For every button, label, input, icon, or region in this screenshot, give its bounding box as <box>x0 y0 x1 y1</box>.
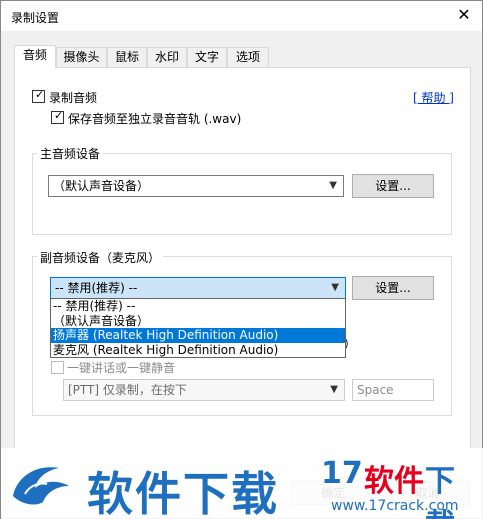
secondary-device-value: -- 禁用(推荐) -- <box>55 281 138 295</box>
tab-text[interactable]: 文字 <box>187 47 227 67</box>
checkmark-icon: ✓ <box>54 109 64 122</box>
chevron-down-icon: ▼ <box>331 282 339 293</box>
dropdown-option-speaker[interactable]: 扬声器 (Realtek High Definition Audio) <box>51 328 345 343</box>
secondary-device-select[interactable]: -- 禁用(推荐) -- ▼ <box>50 277 346 299</box>
tab-audio[interactable]: 音频 <box>14 45 56 68</box>
dragon-logo-icon <box>13 467 69 505</box>
save-separate-track-label: 保存音频至独立录音音轨 (.wav) <box>68 112 242 126</box>
site-watermark: 软件下载 17 软件 下载 www.17crack.com <box>1 448 483 519</box>
record-audio-label: 录制音频 <box>49 91 98 105</box>
watermark-url: www.17crack.com <box>331 498 459 514</box>
secondary-audio-group-title: 副音频设备（麦克风） <box>37 249 164 266</box>
secondary-settings-button[interactable]: 设置... <box>352 276 434 300</box>
push-to-talk-checkbox[interactable] <box>51 361 64 374</box>
dropdown-option-microphone[interactable]: 麦克风 (Realtek High Definition Audio) <box>51 343 345 358</box>
checkmark-icon: ✓ <box>35 88 45 101</box>
push-to-talk-label: 一键讲话或一键静音 <box>67 361 176 375</box>
tab-mouse[interactable]: 鼠标 <box>107 47 147 67</box>
dropdown-option-default[interactable]: （默认声音设备） <box>51 314 345 329</box>
secondary-device-dropdown-list: -- 禁用(推荐) -- （默认声音设备） 扬声器 (Realtek High … <box>50 298 346 358</box>
tab-camera[interactable]: 摄像头 <box>56 47 107 67</box>
recording-settings-dialog: 录制设置 ✕ 音频 摄像头 鼠标 水印 文字 选项 ✓ 录制音频 [ 帮助 ] … <box>0 0 483 519</box>
primary-device-value: （默认声音设备） <box>53 179 150 193</box>
primary-device-select[interactable]: （默认声音设备） ▼ <box>48 175 344 197</box>
save-separate-track-checkbox[interactable]: ✓ <box>51 109 64 124</box>
primary-settings-button[interactable]: 设置... <box>352 174 434 198</box>
help-link[interactable]: [ 帮助 ] <box>413 89 454 106</box>
record-audio-checkbox[interactable]: ✓ <box>32 88 45 103</box>
watermark-red-text: 软件 <box>364 464 424 499</box>
ptt-key-field[interactable]: Space <box>352 379 434 401</box>
ptt-mode-value: [PTT] 仅录制，在按下 <box>68 383 187 397</box>
watermark-left-text: 软件下载 <box>87 467 279 519</box>
dropdown-option-disabled[interactable]: -- 禁用(推荐) -- <box>51 299 345 314</box>
ptt-mode-select[interactable]: [PTT] 仅录制，在按下 ▼ <box>63 379 345 401</box>
title-bar: 录制设置 ✕ <box>1 1 482 31</box>
watermark-number: 17 <box>321 456 363 491</box>
tab-options[interactable]: 选项 <box>227 47 269 67</box>
chevron-down-icon: ▼ <box>330 384 338 395</box>
primary-audio-group-title: 主音频设备 <box>37 145 104 162</box>
tab-watermark[interactable]: 水印 <box>147 47 187 67</box>
chevron-down-icon: ▼ <box>329 180 337 191</box>
close-icon[interactable]: ✕ <box>454 4 474 26</box>
window-title: 录制设置 <box>11 11 60 25</box>
